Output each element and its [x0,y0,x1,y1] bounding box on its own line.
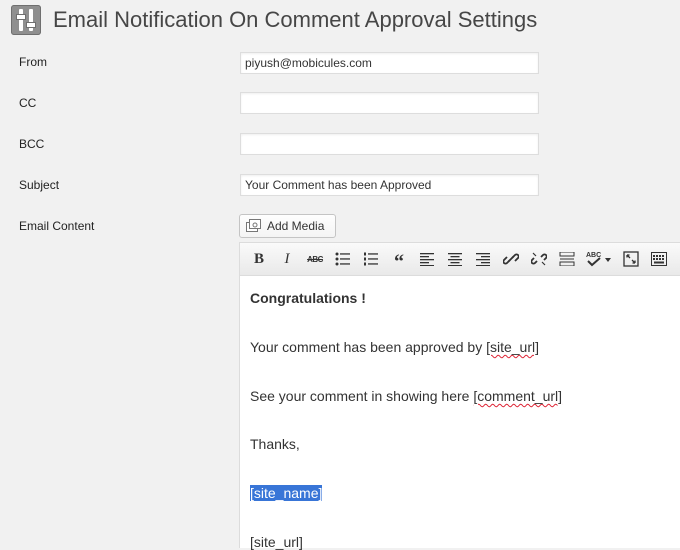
cc-label: CC [19,96,37,110]
cc-field[interactable] [240,92,539,114]
content-thanks: Thanks, [250,436,300,452]
media-icon [246,219,261,232]
bold-icon[interactable]: B [249,249,269,269]
comment-url-token: [comment_url] [473,388,563,404]
bullet-list-icon[interactable] [333,249,353,269]
spellcheck-icon[interactable]: ABC [585,249,613,269]
unlink-icon[interactable] [529,249,549,269]
bcc-field[interactable] [240,133,539,155]
editor-content[interactable]: Congratulations ! Your comment has been … [240,276,680,549]
content-site-name: [site_name] [250,485,323,501]
subject-field[interactable] [240,174,539,196]
content-line-approved: Your comment has been approved by [site_… [250,339,540,355]
add-media-button[interactable]: Add Media [239,214,336,238]
page-title: Email Notification On Comment Approval S… [53,7,538,32]
content-line-comment: See your comment in showing here [commen… [250,388,563,404]
align-right-icon[interactable] [473,249,493,269]
page-header: Email Notification On Comment Approval S… [11,5,537,35]
fullscreen-icon[interactable] [621,249,641,269]
content-site-url: [site_url] [250,534,303,550]
italic-icon[interactable]: I [277,249,297,269]
site-name-token-selected: [site_name] [250,485,323,501]
content-heading: Congratulations ! [250,290,366,306]
editor-toolbar: B I ABC “ ABC [240,243,680,276]
strikethrough-icon[interactable]: ABC [305,249,325,269]
email-content-editor[interactable]: B I ABC “ ABC Congratulations ! Your com… [239,242,680,549]
toolbar-toggle-icon[interactable] [649,249,669,269]
settings-sliders-icon [11,5,41,35]
site-url-token: [site_url] [486,339,540,355]
blockquote-icon[interactable]: “ [389,246,409,273]
add-media-label: Add Media [267,219,325,233]
align-left-icon[interactable] [417,249,437,269]
bcc-label: BCC [19,137,45,151]
align-center-icon[interactable] [445,249,465,269]
insert-link-icon[interactable] [501,249,521,269]
subject-label: Subject [19,178,60,192]
from-label: From [19,55,47,69]
from-field[interactable] [240,52,539,74]
read-more-icon[interactable] [557,249,577,269]
numbered-list-icon[interactable] [361,249,381,269]
email-content-label: Email Content [19,219,95,233]
